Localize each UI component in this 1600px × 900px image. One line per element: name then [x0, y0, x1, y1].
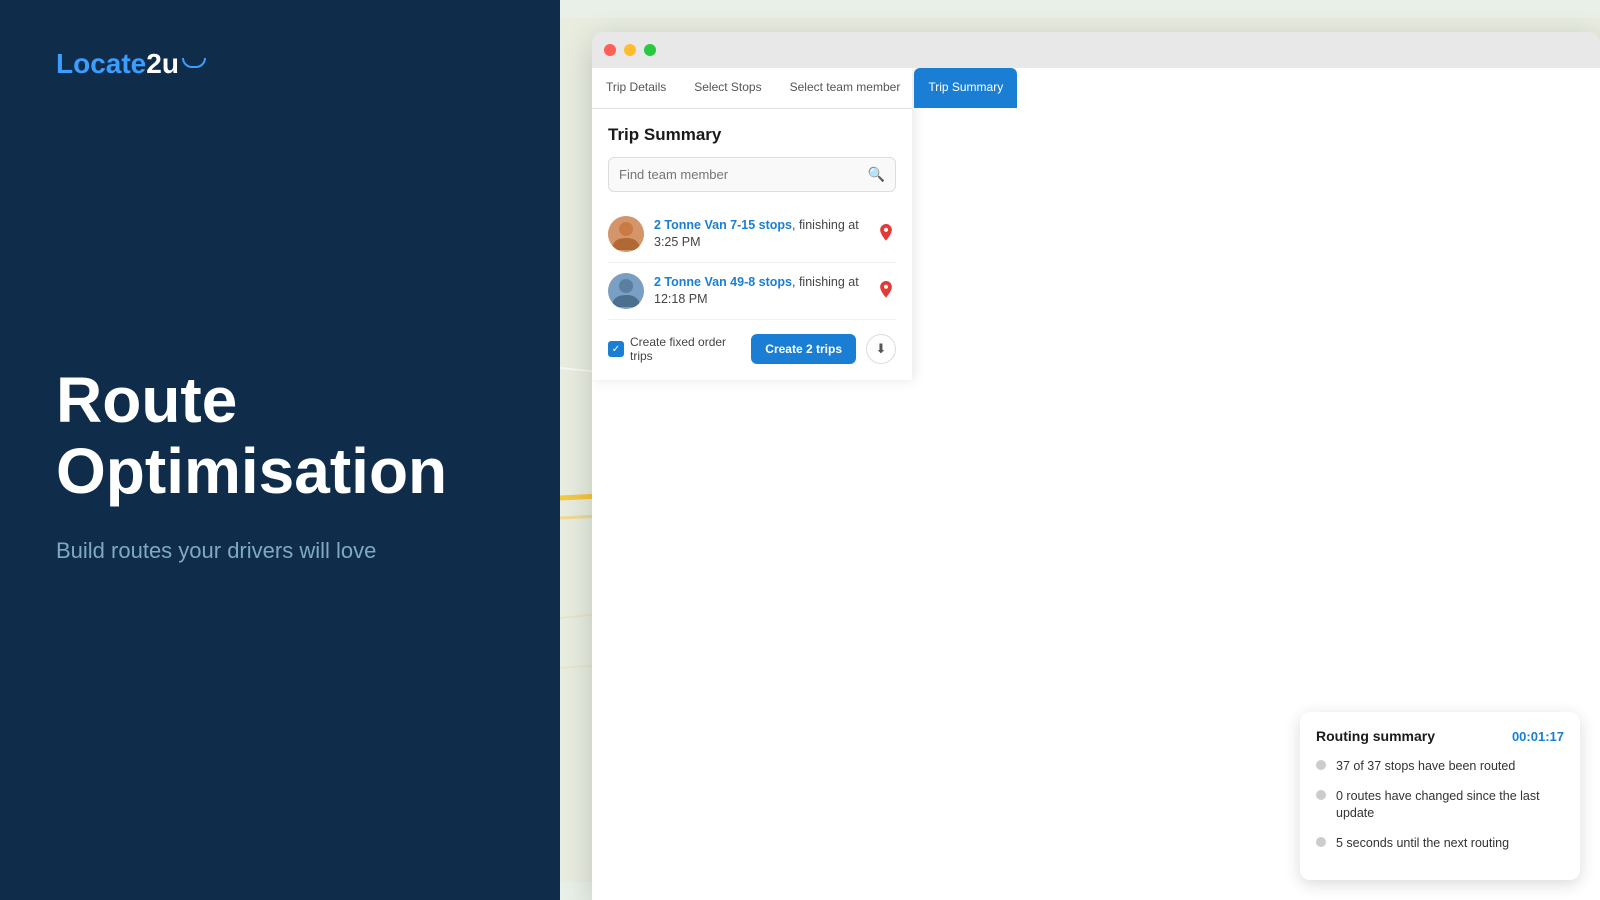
driver-route-1[interactable]: 2 Tonne Van 7-15 stops: [654, 218, 792, 232]
create-trips-button[interactable]: Create 2 trips: [751, 334, 856, 364]
routing-dot-1: [1316, 790, 1326, 800]
team-member-search[interactable]: [619, 167, 868, 182]
routing-item-1: 0 routes have changed since the last upd…: [1316, 788, 1564, 823]
hero-title: Route Optimisation: [56, 365, 504, 506]
search-icon: 🔍: [868, 166, 885, 183]
driver-route-2[interactable]: 2 Tonne Van 49-8 stops: [654, 275, 792, 289]
driver-avatar-1: [608, 216, 644, 252]
logo: Locate 2u: [56, 48, 504, 80]
tab-trip-details[interactable]: Trip Details: [592, 68, 680, 108]
right-panel: 15 14 13 12 11 10 9 8 7 2: [560, 0, 1600, 900]
logo-smile-icon: [182, 58, 206, 68]
hero-content: Route Optimisation Build routes your dri…: [56, 80, 504, 852]
tab-select-stops[interactable]: Select Stops: [680, 68, 775, 108]
driver-row-2[interactable]: 2 Tonne Van 49-8 stops, finishing at 12:…: [608, 263, 896, 320]
trip-panel: Trip Details Select Stops Select team me…: [592, 68, 912, 380]
logo-container: Locate 2u: [56, 48, 504, 80]
routing-timer: 00:01:17: [1512, 729, 1564, 744]
trip-footer: ✓ Create fixed order trips Create 2 trip…: [608, 334, 896, 364]
browser-maximize-dot[interactable]: [644, 44, 656, 56]
routing-text-2: 5 seconds until the next routing: [1336, 835, 1509, 853]
download-button[interactable]: ⬇: [866, 334, 896, 364]
driver-pin-1: [876, 224, 896, 244]
fixed-order-label[interactable]: ✓ Create fixed order trips: [608, 335, 741, 363]
driver-row-1[interactable]: 2 Tonne Van 7-15 stops, finishing at 3:2…: [608, 206, 896, 263]
routing-summary-header: Routing summary 00:01:17: [1316, 728, 1564, 744]
logo-2u-text: 2u: [146, 48, 179, 80]
left-panel: Locate 2u Route Optimisation Build route…: [0, 0, 560, 900]
routing-item-0: 37 of 37 stops have been routed: [1316, 758, 1564, 776]
driver-pin-2: [876, 281, 896, 301]
driver-info-2: 2 Tonne Van 49-8 stops, finishing at 12:…: [654, 274, 866, 309]
browser-titlebar: [592, 32, 1600, 68]
tab-trip-summary[interactable]: Trip Summary: [914, 68, 1017, 108]
routing-summary-title: Routing summary: [1316, 728, 1435, 744]
routing-text-1: 0 routes have changed since the last upd…: [1336, 788, 1564, 823]
map-content: Trip Details Select Stops Select team me…: [592, 68, 1600, 900]
routing-item-2: 5 seconds until the next routing: [1316, 835, 1564, 853]
browser-window: Trip Details Select Stops Select team me…: [592, 32, 1600, 900]
routing-dot-0: [1316, 760, 1326, 770]
hero-subtitle: Build routes your drivers will love: [56, 534, 504, 567]
logo-locate-text: Locate: [56, 48, 146, 80]
trip-summary-title: Trip Summary: [608, 125, 896, 145]
search-box[interactable]: 🔍: [608, 157, 896, 192]
driver-avatar-2: [608, 273, 644, 309]
fixed-order-checkbox[interactable]: ✓: [608, 341, 624, 357]
driver-info-1: 2 Tonne Van 7-15 stops, finishing at 3:2…: [654, 217, 866, 252]
browser-minimize-dot[interactable]: [624, 44, 636, 56]
tab-bar: Trip Details Select Stops Select team me…: [592, 68, 912, 109]
routing-text-0: 37 of 37 stops have been routed: [1336, 758, 1515, 776]
trip-summary-content: Trip Summary 🔍: [592, 109, 912, 380]
tab-select-team[interactable]: Select team member: [776, 68, 915, 108]
routing-summary-panel: Routing summary 00:01:17 37 of 37 stops …: [1300, 712, 1580, 880]
routing-dot-2: [1316, 837, 1326, 847]
browser-close-dot[interactable]: [604, 44, 616, 56]
